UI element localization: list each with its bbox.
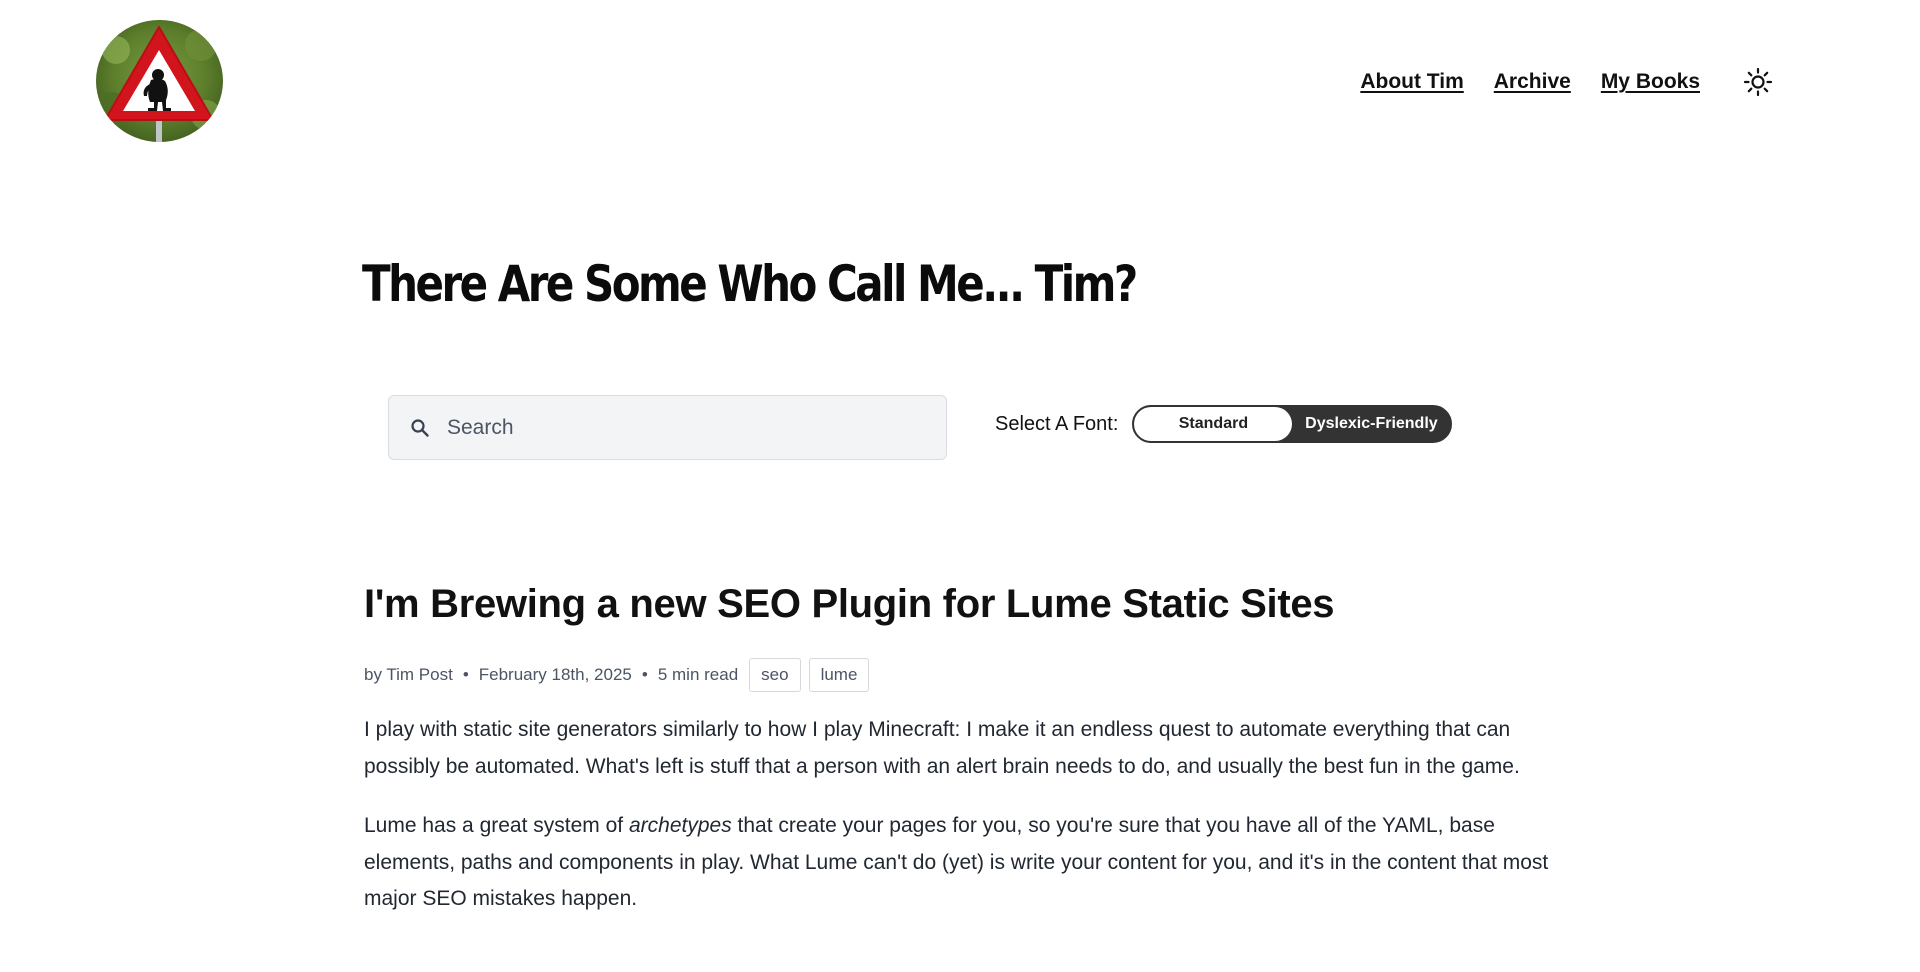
search-input[interactable]: [445, 414, 905, 441]
post-meta: by Tim Post • February 18th, 2025 • 5 mi…: [364, 658, 1584, 692]
post-excerpt: I play with static site generators simil…: [364, 712, 1584, 918]
post-paragraph: Lume has a great system of archetypes th…: [364, 808, 1584, 918]
search-box[interactable]: [388, 395, 947, 460]
font-toggle: Standard Dyslexic-Friendly: [1132, 405, 1453, 443]
post-tags: seo lume: [749, 658, 870, 692]
post-author: by Tim Post: [364, 665, 453, 684]
font-option-dyslexic-friendly[interactable]: Dyslexic-Friendly: [1292, 407, 1451, 441]
nav-link-my-books[interactable]: My Books: [1601, 70, 1700, 94]
tag-seo[interactable]: seo: [749, 658, 801, 692]
nav-link-about-tim[interactable]: About Tim: [1360, 70, 1463, 94]
post-paragraph: I play with static site generators simil…: [364, 718, 1520, 778]
troll-sign-icon: [96, 20, 223, 142]
paragraph-emphasis: archetypes: [628, 814, 732, 837]
sun-icon: [1743, 67, 1773, 97]
paragraph-text: Lume has a great system of: [364, 814, 629, 837]
font-option-standard[interactable]: Standard: [1134, 407, 1293, 441]
site-title: There Are Some Who Call Me... Tim?: [362, 255, 1138, 313]
meta-separator: •: [462, 665, 469, 684]
post-date: February 18th, 2025: [478, 665, 632, 684]
search-icon: [409, 417, 431, 439]
font-select: Select A Font: Standard Dyslexic-Friendl…: [995, 405, 1453, 443]
main-nav: About Tim Archive My Books: [1330, 64, 1776, 100]
post-title[interactable]: I'm Brewing a new SEO Plugin for Lume St…: [364, 580, 1584, 628]
theme-toggle-button[interactable]: [1740, 64, 1776, 100]
font-select-label: Select A Font:: [995, 412, 1119, 435]
tag-lume[interactable]: lume: [808, 658, 870, 692]
nav-link-archive[interactable]: Archive: [1494, 70, 1571, 94]
post-read-time: 5 min read: [657, 665, 739, 684]
site-header: About Tim Archive My Books: [0, 0, 1920, 160]
site-logo[interactable]: [96, 20, 223, 142]
post-preview: I'm Brewing a new SEO Plugin for Lume St…: [364, 580, 1584, 918]
meta-separator: •: [641, 665, 648, 684]
